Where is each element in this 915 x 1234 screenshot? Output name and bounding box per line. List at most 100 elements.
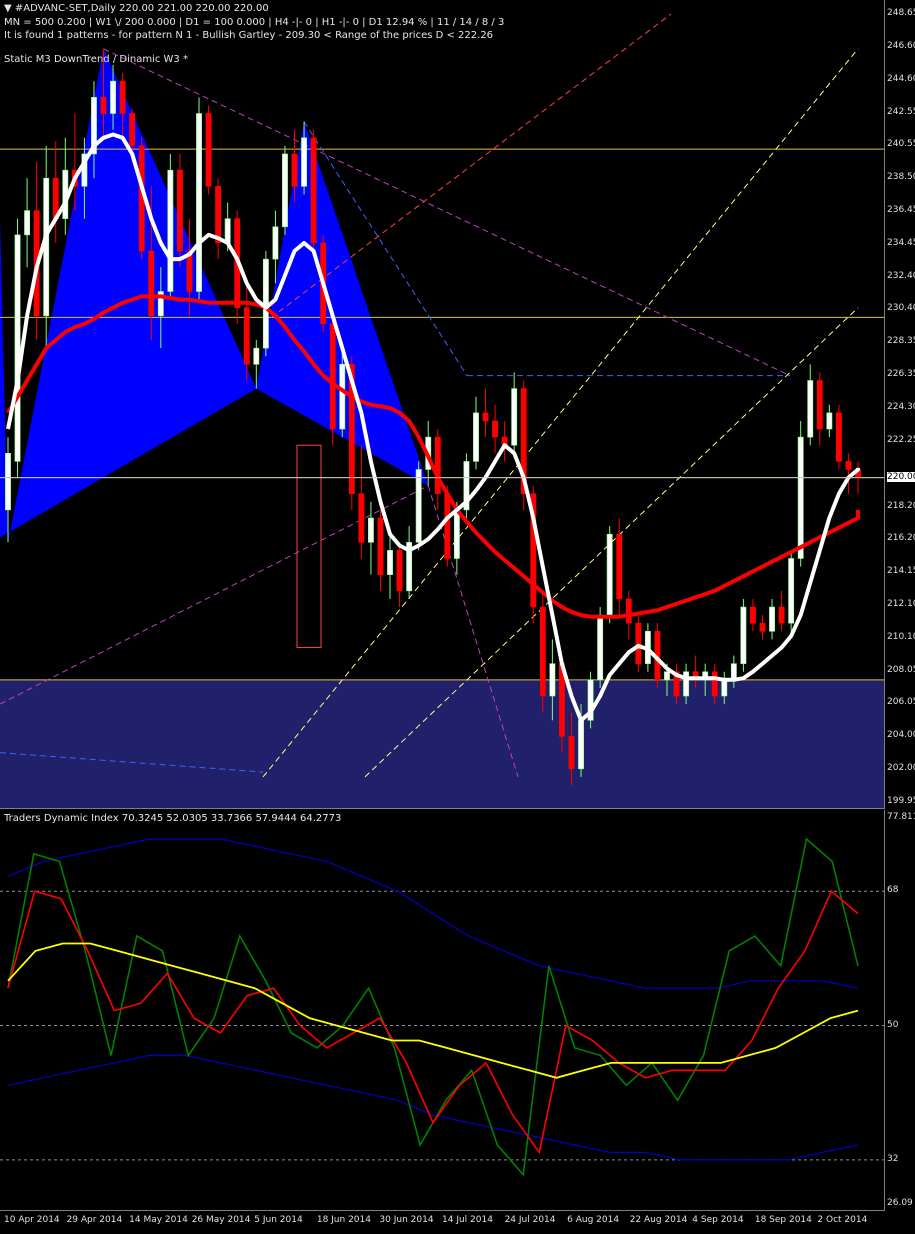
- price-tick-label: 212.10: [887, 599, 915, 610]
- price-tick-label: 204.00: [887, 730, 915, 741]
- candle-body: [730, 663, 737, 681]
- date-tick-label: 22 Aug 2014: [629, 1215, 688, 1225]
- trend-status-line: Static M3 DownTrend / Dinamic W3 *: [4, 54, 188, 65]
- price-tick-label: 226.35: [887, 368, 915, 379]
- candle-body: [243, 307, 250, 365]
- candle-body: [797, 436, 804, 559]
- candle-body: [845, 461, 852, 470]
- indicator-title: Traders Dynamic Index 70.3245 52.0305 33…: [4, 813, 342, 824]
- price-chart-svg: [0, 13, 884, 808]
- tdi-upper-band: [7, 838, 859, 989]
- date-tick-label: 14 May 2014: [129, 1215, 188, 1225]
- candle-body: [826, 412, 833, 430]
- tdi-lower-band: [7, 1054, 859, 1161]
- chart-title: ▼ #ADVANC-SET,Daily 220.00 221.00 220.00…: [4, 3, 269, 14]
- candle-body: [578, 719, 584, 770]
- candle-body: [110, 80, 116, 114]
- indicator-pane[interactable]: Traders Dynamic Index 70.3245 52.0305 33…: [0, 810, 885, 1211]
- price-tick-label: 214.15: [887, 566, 915, 577]
- price-tick-label: 236.45: [887, 205, 915, 216]
- price-tick-label: 230.40: [887, 303, 915, 314]
- candle-body: [215, 186, 222, 244]
- candle-body: [492, 420, 499, 438]
- price-tick-label: 206.05: [887, 697, 915, 708]
- price-tick-label: 224.30: [887, 402, 915, 412]
- tdi-signal-line: [7, 889, 859, 1155]
- candle-body: [129, 113, 136, 147]
- candle-body: [606, 533, 613, 616]
- candle-body: [205, 113, 212, 187]
- date-tick-label: 14 Jul 2014: [442, 1215, 493, 1225]
- candle-body: [444, 493, 451, 559]
- candle-body: [24, 210, 31, 236]
- candle-body: [291, 153, 298, 187]
- date-tick-label: 18 Sep 2014: [754, 1215, 812, 1225]
- candle-body: [453, 509, 460, 559]
- price-tick-label: 246.60: [887, 41, 915, 52]
- candle-body: [253, 347, 260, 365]
- candle-body: [625, 598, 632, 624]
- candle-body: [167, 169, 174, 292]
- price-tick-label: 199.95: [887, 796, 915, 806]
- candle-body: [396, 550, 403, 592]
- candle-body: [100, 97, 107, 114]
- date-tick-label: 18 Jun 2014: [316, 1215, 371, 1225]
- indicator-tick-label: 50: [887, 1019, 899, 1030]
- candle-body: [224, 218, 231, 244]
- candle-body: [310, 137, 317, 244]
- price-tick-label: 240.55: [887, 139, 915, 150]
- price-chart-pane[interactable]: ▼ #ADVANC-SET,Daily 220.00 221.00 220.00…: [0, 0, 885, 809]
- candle-body: [434, 436, 441, 495]
- price-tick-label: 228.35: [887, 336, 915, 347]
- indicator-tick-label: 68: [887, 885, 899, 896]
- candle-body: [14, 234, 21, 462]
- price-tick-label: 244.60: [887, 73, 915, 84]
- candle-body: [539, 606, 546, 697]
- candle-body: [597, 614, 604, 681]
- price-tick-label: 210.10: [887, 631, 915, 642]
- price-tick-label: 216.20: [887, 533, 915, 544]
- tdi-rsi-line: [7, 837, 859, 1177]
- candle-body: [635, 622, 642, 664]
- candle-body: [301, 137, 307, 187]
- candle-body: [473, 412, 479, 462]
- candle-body: [415, 469, 422, 543]
- candle-body: [148, 250, 155, 317]
- fib-marker-box: [296, 444, 322, 648]
- candle-body: [196, 113, 202, 292]
- price-tick-label: 234.45: [887, 237, 915, 248]
- date-tick-label: 6 Aug 2014: [567, 1215, 620, 1225]
- candle-body: [835, 412, 842, 462]
- indicator-tick-label: 26.09: [887, 1198, 913, 1208]
- candle-body: [816, 380, 823, 430]
- indicator-tick-label: 77.8116: [887, 812, 915, 822]
- candle-body: [119, 80, 126, 114]
- symbol-line: #ADVANC-SET,Daily 220.00 221.00 220.00 2…: [14, 3, 269, 14]
- chart-window: ▼ #ADVANC-SET,Daily 220.00 221.00 220.00…: [0, 0, 915, 1234]
- indicator-tick-label: 32: [887, 1153, 899, 1164]
- candle-body: [740, 606, 747, 664]
- price-tick-label: 208.05: [887, 664, 915, 675]
- candle-body: [5, 453, 11, 511]
- date-tick-label: 24 Jul 2014: [504, 1215, 556, 1225]
- candle-body: [711, 671, 718, 697]
- candle-body: [759, 622, 766, 632]
- candle-body: [511, 388, 518, 446]
- prz-zone: [0, 679, 884, 808]
- date-tick-label: 2 Oct 2014: [817, 1215, 868, 1225]
- candle-body: [788, 558, 795, 624]
- chevron-down-icon[interactable]: ▼: [4, 3, 12, 14]
- candle-body: [339, 364, 346, 430]
- candle-body: [482, 412, 489, 422]
- candle-body: [387, 550, 393, 575]
- candle-body: [367, 517, 374, 543]
- candle-body: [272, 226, 279, 260]
- candle-body: [549, 663, 556, 697]
- candle-body: [778, 606, 785, 624]
- candle-body: [664, 671, 670, 681]
- candle-body: [807, 380, 814, 438]
- price-tick-label: 248.65: [887, 8, 915, 18]
- price-tick-label: 232.40: [887, 270, 915, 281]
- price-tick-label: 222.25: [887, 435, 915, 446]
- candle-body: [683, 671, 690, 697]
